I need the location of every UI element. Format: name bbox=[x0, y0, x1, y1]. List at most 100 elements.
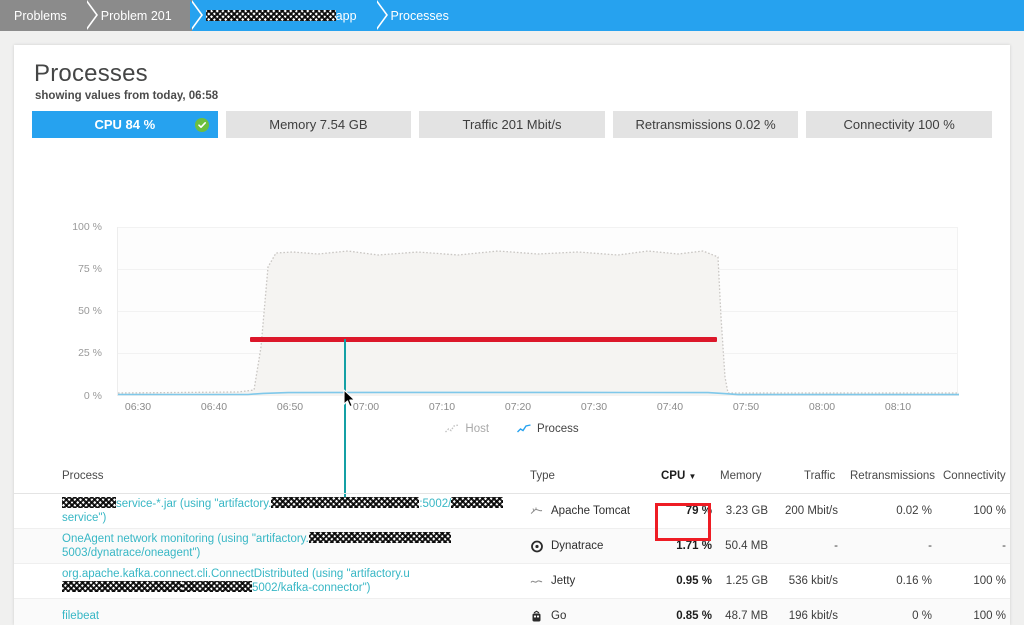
process-name-cell[interactable]: service-*.jar (using "artifactory.:5002/… bbox=[62, 494, 514, 528]
chart-legend: Host Process bbox=[14, 423, 1010, 435]
app-root: Problems Problem 201 app Processes Proce… bbox=[0, 0, 1024, 625]
process-name-part: 5002/kafka-connector") bbox=[252, 582, 371, 594]
dynatrace-icon bbox=[530, 540, 543, 553]
y-tick-label: 75 % bbox=[56, 263, 102, 275]
column-header-cpu[interactable]: CPU ▼ bbox=[661, 470, 696, 482]
table-row[interactable]: org.apache.kafka.connect.cli.ConnectDist… bbox=[14, 564, 1010, 599]
breadcrumb-label: app bbox=[336, 9, 357, 23]
traffic-value: 200 Mbit/s bbox=[770, 494, 838, 528]
breadcrumb-item-processes[interactable]: Processes bbox=[377, 0, 469, 31]
redacted-text-block bbox=[62, 497, 116, 508]
breadcrumb-label: Processes bbox=[391, 9, 449, 23]
redacted-text-block bbox=[451, 497, 503, 508]
tab-retransmissions[interactable]: Retransmissions 0.02 % bbox=[613, 111, 799, 138]
retransmissions-value: - bbox=[852, 529, 932, 563]
breadcrumb-label: Problem 201 bbox=[101, 9, 172, 23]
process-name-link[interactable]: org.apache.kafka.connect.cli.ConnectDist… bbox=[62, 567, 514, 595]
x-tick-label: 08:00 bbox=[809, 401, 835, 413]
column-header-traffic[interactable]: Traffic bbox=[804, 470, 835, 482]
y-tick-label: 100 % bbox=[56, 221, 102, 233]
breadcrumb-item-problems[interactable]: Problems bbox=[0, 0, 87, 31]
tab-label: CPU 84 % bbox=[94, 117, 155, 132]
process-name-part: service") bbox=[62, 512, 106, 524]
x-tick-label: 07:10 bbox=[429, 401, 455, 413]
table-row[interactable]: filebeat Go 0.85 % 48.7 MB 196 kbit/s 0 … bbox=[14, 599, 1010, 625]
column-header-connectivity[interactable]: Connectivity bbox=[943, 470, 1006, 482]
sparkline-icon bbox=[517, 424, 531, 434]
redacted-text-block bbox=[182, 581, 252, 592]
cpu-value: 1.71 % bbox=[654, 529, 712, 563]
legend-item-process[interactable]: Process bbox=[517, 423, 579, 435]
column-header-type[interactable]: Type bbox=[530, 470, 555, 482]
traffic-value: 196 kbit/s bbox=[770, 599, 838, 625]
breadcrumb-item-app[interactable]: app bbox=[192, 0, 377, 31]
x-tick-label: 07:30 bbox=[581, 401, 607, 413]
sparkline-icon bbox=[445, 424, 459, 434]
x-tick-label: 06:30 bbox=[125, 401, 151, 413]
chart-x-axis: 06:30 06:40 06:50 07:00 07:10 07:20 07:3… bbox=[117, 401, 958, 417]
traffic-value: - bbox=[770, 529, 838, 563]
column-header-process[interactable]: Process bbox=[62, 470, 104, 482]
caret-down-icon: ▼ bbox=[688, 472, 696, 481]
process-name-link[interactable]: filebeat bbox=[62, 609, 99, 623]
x-tick-label: 07:20 bbox=[505, 401, 531, 413]
series-host-area bbox=[118, 251, 959, 396]
metric-tabs: CPU 84 % Memory 7.54 GB Traffic 201 Mbit… bbox=[32, 111, 992, 138]
cpu-chart: 100 % 75 % 50 % 25 % 0 % bbox=[14, 155, 1010, 440]
retransmissions-value: 0.16 % bbox=[852, 564, 932, 598]
tab-connectivity[interactable]: Connectivity 100 % bbox=[806, 111, 992, 138]
x-tick-label: 08:10 bbox=[885, 401, 911, 413]
breadcrumb-separator-fill-icon bbox=[190, 0, 201, 30]
problem-duration-bar bbox=[250, 337, 717, 342]
breadcrumb-separator-fill-icon bbox=[375, 0, 386, 30]
y-tick-label: 0 % bbox=[56, 390, 102, 402]
main-panel: Processes showing values from today, 06:… bbox=[14, 45, 1010, 625]
legend-label: Host bbox=[465, 423, 489, 435]
redacted-text-block bbox=[309, 532, 451, 543]
redacted-text-block bbox=[206, 10, 336, 21]
table-row[interactable]: OneAgent network monitoring (using "arti… bbox=[14, 529, 1010, 564]
chart-plot-area[interactable] bbox=[117, 227, 958, 396]
tab-label: Retransmissions 0.02 % bbox=[635, 117, 775, 132]
connectivity-value: - bbox=[944, 529, 1006, 563]
process-type-label: Go bbox=[551, 599, 566, 625]
page-subtitle: showing values from today, 06:58 bbox=[35, 90, 218, 102]
cpu-value: 79 % bbox=[654, 494, 712, 528]
connectivity-value: 100 % bbox=[944, 564, 1006, 598]
process-type-label: Dynatrace bbox=[551, 529, 603, 563]
legend-item-host[interactable]: Host bbox=[445, 423, 489, 435]
tab-traffic[interactable]: Traffic 201 Mbit/s bbox=[419, 111, 605, 138]
table-header-row: Process Type CPU ▼ Memory Traffic Retran… bbox=[14, 470, 1010, 494]
column-header-memory[interactable]: Memory bbox=[720, 470, 762, 482]
y-tick-label: 25 % bbox=[56, 347, 102, 359]
table-row[interactable]: service-*.jar (using "artifactory.:5002/… bbox=[14, 494, 1010, 529]
breadcrumb: Problems Problem 201 app Processes bbox=[0, 0, 1024, 31]
x-tick-label: 06:50 bbox=[277, 401, 303, 413]
memory-value: 48.7 MB bbox=[714, 599, 768, 625]
breadcrumb-item-problem-201[interactable]: Problem 201 bbox=[87, 0, 192, 31]
process-name-part: 5003/dynatrace/oneagent") bbox=[62, 547, 200, 559]
process-name-link[interactable]: OneAgent network monitoring (using "arti… bbox=[62, 532, 514, 560]
page-title: Processes bbox=[34, 60, 148, 88]
breadcrumb-label: Problems bbox=[14, 9, 67, 23]
memory-value: 1.25 GB bbox=[714, 564, 768, 598]
tab-label: Connectivity 100 % bbox=[844, 117, 955, 132]
x-tick-label: 07:00 bbox=[353, 401, 379, 413]
memory-value: 3.23 GB bbox=[714, 494, 768, 528]
process-name-part: OneAgent network monitoring (using "arti… bbox=[62, 533, 309, 545]
tomcat-icon bbox=[530, 505, 543, 518]
x-tick-label: 07:50 bbox=[733, 401, 759, 413]
tab-cpu[interactable]: CPU 84 % bbox=[32, 111, 218, 138]
process-name-cell[interactable]: OneAgent network monitoring (using "arti… bbox=[62, 529, 514, 563]
tab-label: Memory 7.54 GB bbox=[269, 117, 367, 132]
column-header-retransmissions[interactable]: Retransmissions bbox=[850, 470, 935, 482]
process-name-cell[interactable]: filebeat bbox=[62, 599, 514, 625]
legend-label: Process bbox=[537, 423, 579, 435]
process-name-cell[interactable]: org.apache.kafka.connect.cli.ConnectDist… bbox=[62, 564, 514, 598]
connectivity-value: 100 % bbox=[944, 494, 1006, 528]
retransmissions-value: 0 % bbox=[852, 599, 932, 625]
x-tick-label: 07:40 bbox=[657, 401, 683, 413]
process-name-link[interactable]: service-*.jar (using "artifactory.:5002/… bbox=[62, 497, 514, 525]
tab-memory[interactable]: Memory 7.54 GB bbox=[226, 111, 412, 138]
tab-label: Traffic 201 Mbit/s bbox=[462, 117, 561, 132]
